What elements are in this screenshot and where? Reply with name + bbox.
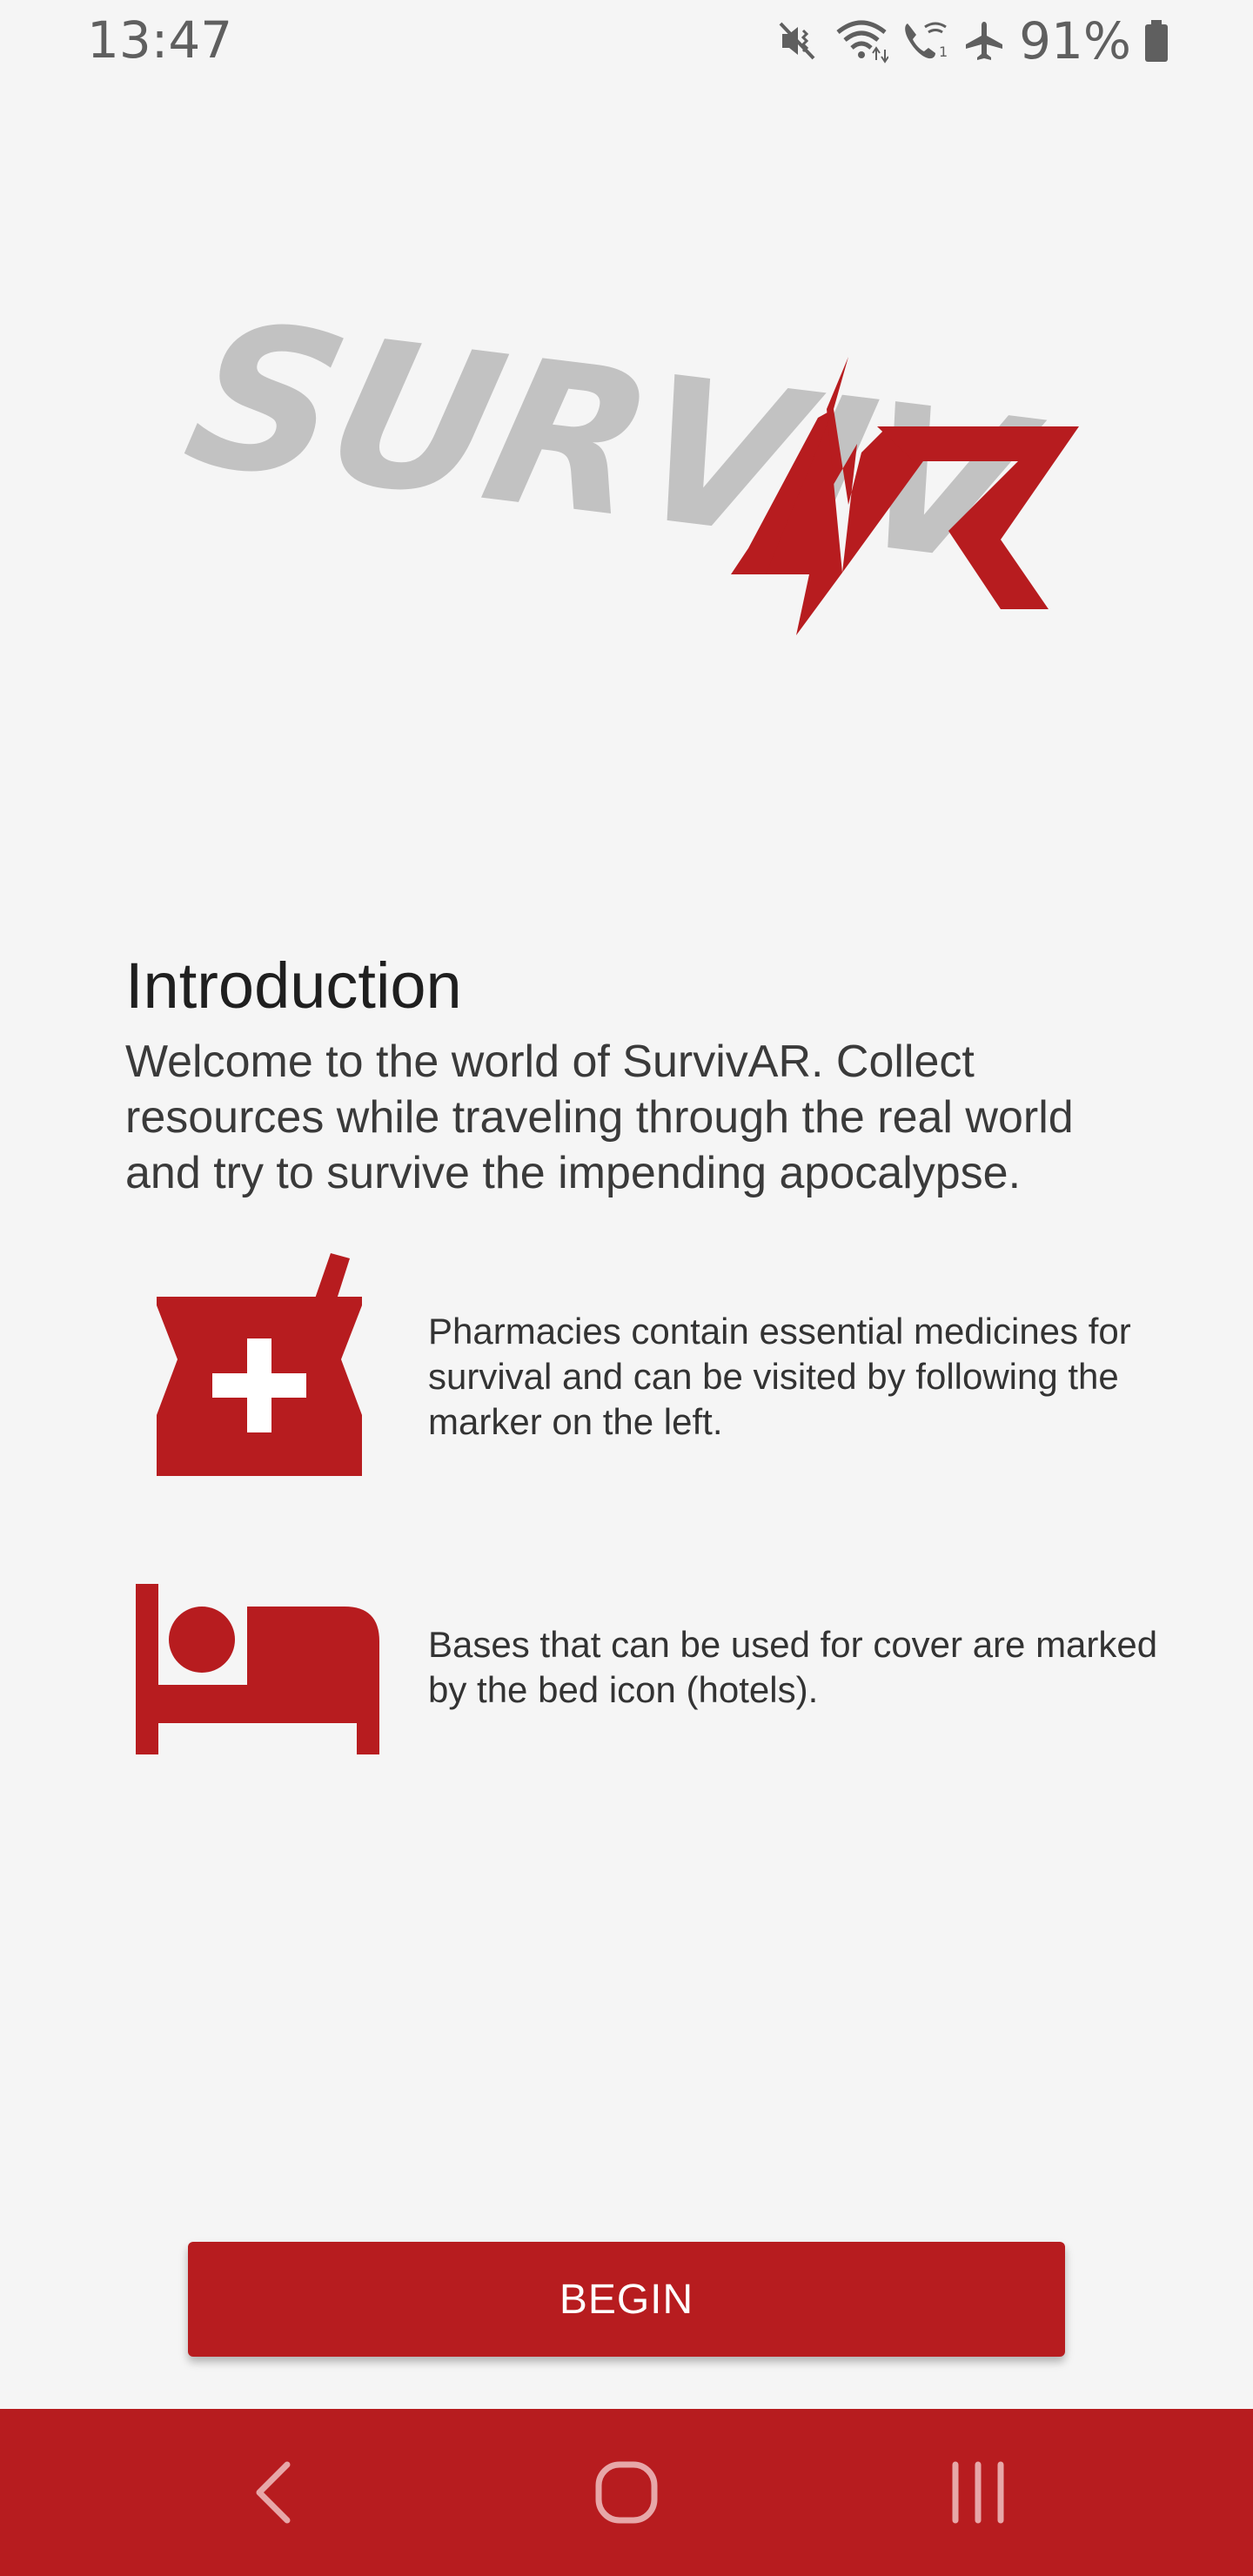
nav-home-button[interactable]: [539, 2409, 714, 2576]
back-icon: [256, 2461, 291, 2524]
wifi-icon: [834, 18, 889, 64]
wifi-calling-icon: 1: [901, 18, 949, 64]
feature-pharmacy: Pharmacies contain essential medicines f…: [125, 1253, 1135, 1479]
intro-text: Welcome to the world of SurvivAR. Collec…: [125, 1036, 1074, 1198]
intro-title: Introduction: [125, 949, 462, 1022]
recents-icon: [952, 2461, 1004, 2524]
begin-button[interactable]: BEGIN: [188, 2242, 1065, 2357]
pharmacy-icon: [157, 1253, 362, 1484]
bed-icon: [136, 1584, 379, 1759]
feature-bed-text: Bases that can be used for cover are mar…: [428, 1624, 1158, 1710]
nav-back-button[interactable]: [188, 2409, 362, 2576]
battery-icon: [1143, 18, 1169, 64]
nav-recents-button[interactable]: [891, 2409, 1065, 2576]
status-icons: 1 91%: [777, 10, 1169, 71]
feature-pharmacy-text: Pharmacies contain essential medicines f…: [428, 1311, 1131, 1442]
status-time: 13:47: [87, 10, 233, 70]
logo-ar-mark: [731, 357, 1079, 635]
home-icon: [595, 2461, 658, 2524]
survivar-logo: SURVIV AR: [169, 279, 1079, 644]
mute-vibrate-icon: [777, 18, 822, 64]
status-bar: 13:47 1 91%: [0, 0, 1253, 87]
airplane-mode-icon: [962, 18, 1007, 64]
navigation-bar: [0, 2409, 1253, 2576]
svg-text:1: 1: [939, 44, 948, 60]
battery-percent: 91%: [1019, 11, 1131, 70]
feature-bed: Bases that can be used for cover are mar…: [125, 1584, 1157, 1759]
